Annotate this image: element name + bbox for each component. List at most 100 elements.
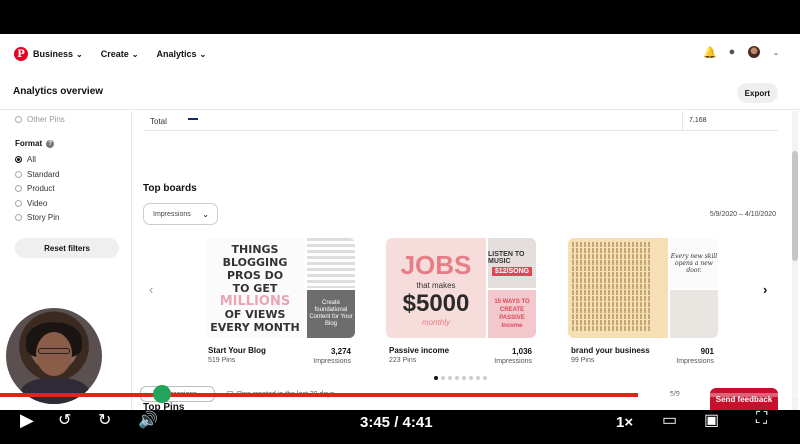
board-thumbnail: JOBS that makes $5000 monthly LISTEN TO … bbox=[386, 238, 536, 338]
nav-analytics-label: Analytics bbox=[156, 49, 197, 59]
webcam-face bbox=[36, 332, 72, 376]
format-option-label: Story Pin bbox=[27, 213, 60, 222]
date-range: 5/9/2020 – 4/10/2020 bbox=[709, 211, 776, 218]
pin-text: LISTEN TO MUSIC bbox=[488, 250, 525, 265]
export-button[interactable]: Export bbox=[736, 83, 778, 103]
pin-image: Every new skill opens a new door. bbox=[670, 238, 718, 288]
format-option-standard[interactable]: Standard bbox=[15, 170, 59, 179]
carousel-next-icon[interactable]: › bbox=[763, 282, 767, 297]
help-icon[interactable]: ? bbox=[46, 139, 55, 148]
pagination-dot[interactable] bbox=[483, 376, 487, 380]
player-controls-row: ▶ ↺ ↻ 🔊 3:45 / 4:41 1× ▭ ▣ ⛶ bbox=[0, 404, 800, 444]
nav-create[interactable]: Create ⌄ bbox=[101, 49, 139, 59]
pagination-dot[interactable] bbox=[434, 376, 438, 380]
format-label: Format ? bbox=[15, 139, 55, 148]
radio-icon bbox=[15, 214, 22, 221]
pagination-dot[interactable] bbox=[455, 376, 459, 380]
pagination-dot[interactable] bbox=[462, 376, 466, 380]
top-boards-title: Top boards bbox=[143, 183, 197, 194]
format-option-label: Product bbox=[27, 184, 55, 193]
fullscreen-icon[interactable]: ⛶ bbox=[756, 410, 767, 428]
pinterest-logo-icon[interactable]: P bbox=[14, 47, 28, 61]
volume-icon[interactable]: 🔊 bbox=[138, 410, 158, 430]
filter-other-pins[interactable]: Other Pins bbox=[15, 115, 65, 124]
pin-text: that makes bbox=[416, 280, 456, 290]
board-name: brand your business bbox=[571, 346, 650, 355]
main-content: Total 7,168 Top boards Impressions ⌄ 5/9… bbox=[132, 111, 800, 410]
progress-played[interactable] bbox=[0, 393, 638, 397]
reset-filters-button[interactable]: Reset filters bbox=[15, 238, 119, 258]
radio-icon bbox=[15, 171, 22, 178]
pin-text: MILLIONS bbox=[219, 293, 291, 309]
radio-icon bbox=[15, 116, 22, 123]
pagination-dot[interactable] bbox=[469, 376, 473, 380]
playback-speed[interactable]: 1× bbox=[616, 414, 633, 431]
rewind-5-icon[interactable]: ↺ bbox=[58, 410, 71, 430]
pin-image: Create foundational Content for Your Blo… bbox=[307, 290, 355, 338]
nav-actions: 🔔 ● ⌄ bbox=[703, 46, 782, 59]
nav-analytics[interactable]: Analytics ⌄ bbox=[156, 49, 206, 59]
format-option-label: All bbox=[27, 155, 36, 164]
pin-image: JOBS that makes $5000 monthly bbox=[386, 238, 486, 338]
format-label-text: Format bbox=[15, 139, 43, 148]
board-card[interactable]: THINGS BLOGGING PROS DO TO GET MILLIONS … bbox=[205, 238, 355, 365]
board-metric-label: Impressions bbox=[494, 358, 532, 365]
pin-image bbox=[307, 238, 355, 288]
carousel-prev-icon[interactable]: ‹ bbox=[149, 282, 153, 297]
board-metric-label: Impressions bbox=[313, 358, 351, 365]
video-frame: P Business ⌄ Create ⌄ Analytics ⌄ 🔔 ● ⌄ … bbox=[0, 0, 800, 444]
pin-text: OF VIEWS bbox=[224, 307, 286, 321]
video-player-controls: ▶ ↺ ↻ 🔊 3:45 / 4:41 1× ▭ ▣ ⛶ bbox=[0, 385, 800, 444]
carousel-pagination bbox=[434, 376, 487, 380]
radio-icon bbox=[15, 185, 22, 192]
pin-text: JOBS bbox=[400, 249, 472, 280]
chevron-down-icon: ⌄ bbox=[199, 49, 207, 59]
pin-text: $5000 bbox=[402, 289, 470, 317]
pagination-dot[interactable] bbox=[476, 376, 480, 380]
scrollbar-thumb[interactable] bbox=[792, 151, 798, 261]
board-impressions-value: 3,274 bbox=[330, 347, 351, 356]
chevron-down-icon: ⌄ bbox=[131, 49, 139, 59]
pin-text: PROS DO bbox=[226, 268, 284, 282]
pin-text: TO GET bbox=[232, 281, 278, 295]
pagination-dot[interactable] bbox=[441, 376, 445, 380]
format-option-label: Video bbox=[27, 199, 48, 208]
play-icon[interactable]: ▶ bbox=[20, 410, 34, 431]
format-option-video[interactable]: Video bbox=[15, 199, 47, 208]
pin-image bbox=[670, 290, 718, 338]
progress-scrubber[interactable] bbox=[153, 385, 171, 403]
pinterest-analytics-page: P Business ⌄ Create ⌄ Analytics ⌄ 🔔 ● ⌄ … bbox=[0, 34, 800, 410]
total-label: Total bbox=[150, 117, 167, 126]
bell-icon[interactable]: 🔔 bbox=[703, 46, 717, 59]
forward-5-icon[interactable]: ↻ bbox=[98, 410, 111, 430]
dropdown-value: Impressions bbox=[153, 210, 191, 218]
format-option-all[interactable]: All bbox=[15, 155, 36, 164]
page-title: Analytics overview bbox=[13, 86, 104, 97]
pin-image: LISTEN TO MUSIC $12/SONG bbox=[488, 238, 536, 288]
format-option-story-pin[interactable]: Story Pin bbox=[15, 213, 59, 222]
messages-icon[interactable]: ● bbox=[726, 46, 738, 58]
board-impressions-value: 901 bbox=[700, 347, 714, 356]
board-pin-count: 519 Pins bbox=[208, 357, 236, 364]
top-boards-metric-dropdown[interactable]: Impressions ⌄ bbox=[143, 203, 218, 225]
pin-image: 15 WAYS TO CREATE PASSIVE Income bbox=[488, 290, 536, 338]
avatar[interactable] bbox=[748, 46, 760, 58]
board-pin-count: 223 Pins bbox=[389, 357, 417, 364]
board-card[interactable]: JOBS that makes $5000 monthly LISTEN TO … bbox=[386, 238, 536, 365]
pin-text: BLOGGING bbox=[222, 255, 288, 269]
captions-icon[interactable]: ▭ bbox=[662, 410, 677, 430]
pagination-dot[interactable] bbox=[448, 376, 452, 380]
format-option-product[interactable]: Product bbox=[15, 184, 55, 193]
chevron-down-icon: ⌄ bbox=[202, 209, 209, 219]
theater-mode-icon[interactable]: ▣ bbox=[704, 410, 719, 430]
board-card[interactable]: Every new skill opens a new door. brand … bbox=[568, 238, 718, 365]
filter-other-pins-label: Other Pins bbox=[27, 115, 65, 124]
top-nav: P Business ⌄ Create ⌄ Analytics ⌄ 🔔 ● ⌄ bbox=[0, 34, 800, 74]
chevron-down-icon[interactable]: ⌄ bbox=[770, 46, 782, 58]
board-name: Passive income bbox=[389, 346, 450, 355]
nav-business[interactable]: Business ⌄ bbox=[33, 49, 83, 59]
total-row: Total 7,168 bbox=[144, 111, 778, 131]
nav-create-label: Create bbox=[100, 49, 129, 59]
board-impressions-value: 1,036 bbox=[511, 347, 532, 356]
pin-text: monthly bbox=[421, 317, 450, 327]
